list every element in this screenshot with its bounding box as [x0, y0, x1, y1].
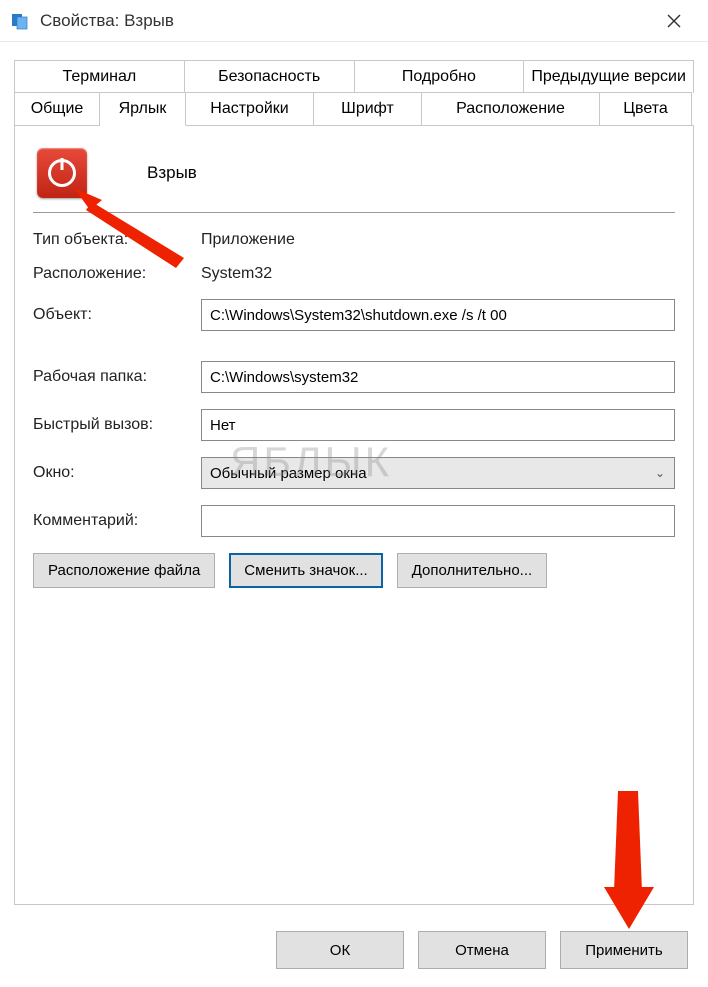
tab-terminal[interactable]: Терминал [14, 60, 185, 93]
tab-previous-versions[interactable]: Предыдущие версии [524, 60, 694, 93]
tab-colors[interactable]: Цвета [600, 92, 692, 126]
location-label: Расположение: [33, 265, 201, 283]
location-value: System32 [201, 265, 272, 283]
comment-input[interactable] [201, 505, 675, 537]
divider [33, 212, 675, 213]
advanced-button[interactable]: Дополнительно... [397, 553, 547, 588]
panel-button-row: Расположение файла Сменить значок... Доп… [33, 553, 675, 588]
shortcut-icon [37, 148, 87, 198]
dialog-footer: ОК Отмена Применить [276, 931, 688, 969]
power-icon [48, 159, 76, 187]
apply-button[interactable]: Применить [560, 931, 688, 969]
shortcut-name: Взрыв [147, 163, 197, 183]
tab-details[interactable]: Подробно [355, 60, 525, 93]
icon-name-row: Взрыв [33, 148, 675, 198]
workdir-label: Рабочая папка: [33, 368, 201, 386]
ok-button[interactable]: ОК [276, 931, 404, 969]
window-select[interactable] [201, 457, 675, 489]
close-icon [667, 14, 681, 28]
app-properties-icon [10, 11, 30, 31]
type-label: Тип объекта: [33, 231, 201, 249]
change-icon-button[interactable]: Сменить значок... [229, 553, 382, 588]
tab-layout[interactable]: Расположение [422, 92, 600, 126]
tab-settings[interactable]: Настройки [186, 92, 314, 126]
tabs-row-2: Общие Ярлык Настройки Шрифт Расположение… [14, 92, 694, 126]
shortcut-key-input[interactable] [201, 409, 675, 441]
tab-security[interactable]: Безопасность [185, 60, 355, 93]
tab-shortcut[interactable]: Ярлык [100, 92, 186, 126]
window-label: Окно: [33, 464, 201, 482]
file-location-button[interactable]: Расположение файла [33, 553, 215, 588]
shortcut-key-label: Быстрый вызов: [33, 416, 201, 434]
tabs-row-1: Терминал Безопасность Подробно Предыдущи… [14, 60, 694, 93]
close-button[interactable] [654, 6, 694, 36]
comment-label: Комментарий: [33, 512, 201, 530]
workdir-input[interactable] [201, 361, 675, 393]
titlebar: Свойства: Взрыв [0, 0, 708, 42]
cancel-button[interactable]: Отмена [418, 931, 546, 969]
tab-panel-shortcut: Взрыв Тип объекта: Приложение Расположен… [14, 125, 694, 905]
tab-general[interactable]: Общие [14, 92, 100, 126]
target-label: Объект: [33, 306, 201, 324]
type-value: Приложение [201, 231, 295, 249]
window-title: Свойства: Взрыв [40, 11, 654, 31]
target-input[interactable] [201, 299, 675, 331]
tab-font[interactable]: Шрифт [314, 92, 422, 126]
dialog-body: Терминал Безопасность Подробно Предыдущи… [0, 42, 708, 907]
